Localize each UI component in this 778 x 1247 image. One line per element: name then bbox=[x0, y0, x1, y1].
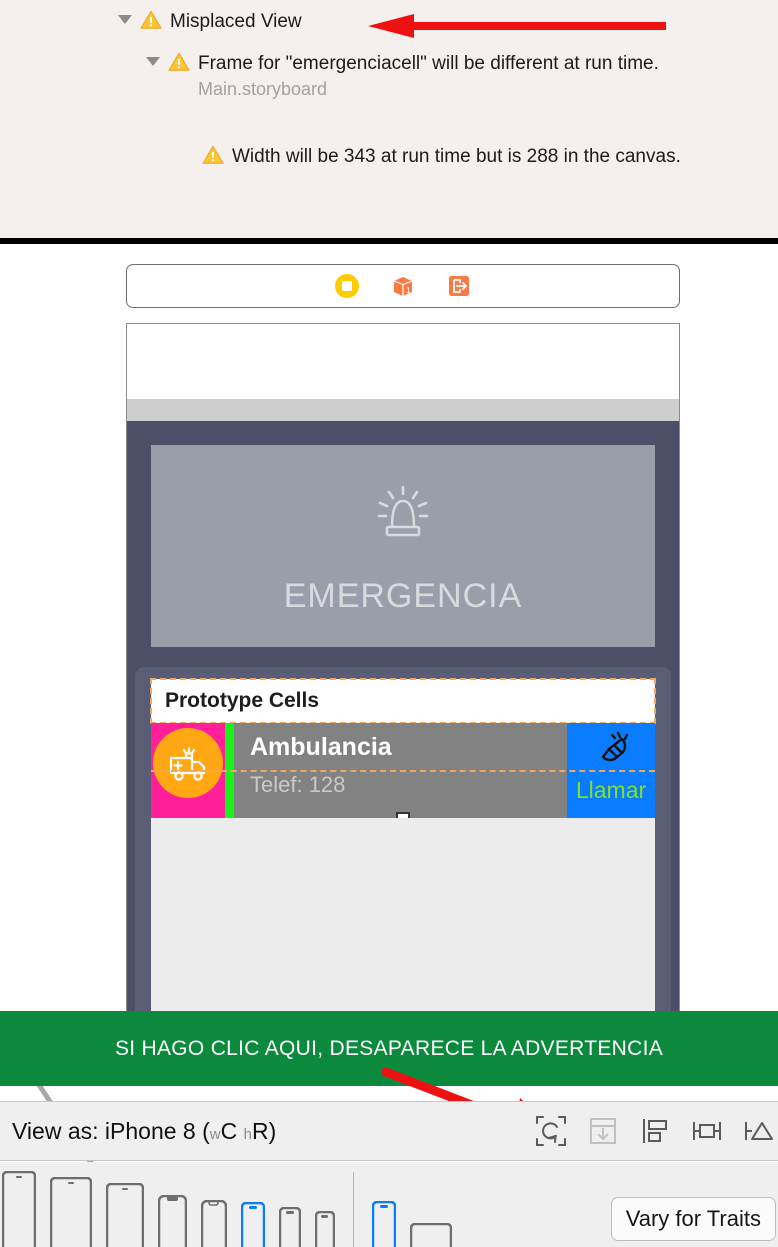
cell-subtitle: Telef: 128 bbox=[250, 772, 346, 797]
warning-triangle-icon bbox=[140, 10, 162, 29]
trait-width: C bbox=[220, 1117, 238, 1144]
cell-color-divider bbox=[225, 723, 234, 818]
trait-width-prefix: w bbox=[209, 1125, 221, 1143]
issue-child-row[interactable]: Frame for "emergenciacell" will be diffe… bbox=[146, 50, 746, 102]
strip-separator bbox=[353, 1172, 354, 1247]
update-frames-icon[interactable] bbox=[534, 1114, 568, 1148]
view-as-bar[interactable]: View as: iPhone 8 (wC hR) bbox=[0, 1101, 778, 1161]
device-iphone-8[interactable] bbox=[241, 1202, 265, 1247]
first-responder-icon[interactable]: 1 bbox=[390, 273, 416, 299]
status-bar bbox=[127, 324, 679, 399]
phone-ringing-icon bbox=[601, 731, 629, 762]
call-action-label: Llamar bbox=[575, 777, 647, 803]
issue-child-label: Frame for "emergenciacell" will be diffe… bbox=[198, 53, 659, 74]
nav-bar-strip bbox=[127, 399, 679, 421]
emergencia-label: EMERGENCIA bbox=[283, 576, 523, 615]
device-ipad[interactable] bbox=[106, 1183, 144, 1247]
siren-icon bbox=[377, 485, 429, 536]
call-action-button[interactable]: Llamar bbox=[567, 723, 655, 818]
scene-dock[interactable]: 1 bbox=[126, 264, 680, 308]
resolve-issues-icon[interactable] bbox=[742, 1114, 776, 1148]
warning-triangle-icon bbox=[168, 52, 190, 71]
issue-child-file: Main.storyboard bbox=[198, 79, 328, 99]
warning-triangle-icon bbox=[202, 145, 224, 164]
view-as-prefix: View as: bbox=[12, 1117, 99, 1144]
issue-navigator-panel: Misplaced View Frame for "emergenciacell… bbox=[0, 0, 778, 238]
device-orientation-list[interactable] bbox=[370, 1201, 452, 1247]
view-as-label[interactable]: View as: iPhone 8 (wC hR) bbox=[12, 1118, 276, 1145]
chevron-down-icon[interactable] bbox=[118, 15, 132, 24]
device-ipad-pro-12[interactable] bbox=[2, 1171, 36, 1247]
table-view[interactable]: Prototype Cells Ambulancia Telef: 128 Ll… bbox=[135, 667, 671, 1011]
issue-detail-label: Width will be 343 at run time but is 288… bbox=[232, 146, 681, 167]
annotation-banner-text: SI HAGO CLIC AQUI, DESAPARECE LA ADVERTE… bbox=[114, 1036, 664, 1060]
issue-detail-row[interactable]: Width will be 343 at run time but is 288… bbox=[202, 143, 762, 170]
emergencia-header-panel[interactable]: EMERGENCIA bbox=[151, 445, 655, 647]
table-empty-area bbox=[151, 818, 655, 1011]
view-controller-scene[interactable]: EMERGENCIA Prototype Cells Ambulancia Te… bbox=[126, 323, 680, 1011]
trait-height: R bbox=[251, 1117, 269, 1144]
embed-in-icon bbox=[590, 1118, 616, 1144]
device-iphone-landscape[interactable] bbox=[410, 1223, 452, 1247]
device-ipad-pro-11[interactable] bbox=[50, 1177, 92, 1247]
align-icon[interactable] bbox=[638, 1114, 672, 1148]
issue-root-row[interactable]: Misplaced View bbox=[118, 8, 302, 35]
view-controller-body[interactable]: EMERGENCIA Prototype Cells Ambulancia Te… bbox=[127, 421, 679, 1011]
device-iphone-portrait[interactable] bbox=[372, 1201, 396, 1247]
cell-title: Ambulancia bbox=[250, 733, 392, 761]
cell-image-container bbox=[151, 723, 225, 818]
device-iphone-x[interactable] bbox=[158, 1195, 187, 1247]
trait-height-prefix: h bbox=[243, 1125, 252, 1143]
ambulance-icon bbox=[169, 747, 206, 781]
auto-layout-toolbar[interactable] bbox=[534, 1114, 778, 1148]
device-iphone-4s[interactable] bbox=[315, 1211, 335, 1247]
issue-root-label: Misplaced View bbox=[170, 11, 302, 32]
device-iphone-se[interactable] bbox=[279, 1207, 301, 1247]
cell-content: Ambulancia Telef: 128 bbox=[234, 723, 567, 818]
exit-icon[interactable] bbox=[446, 273, 472, 299]
pin-constraints-icon[interactable] bbox=[690, 1114, 724, 1148]
device-selector-strip[interactable]: Vary for Traits bbox=[0, 1162, 778, 1247]
device-list[interactable] bbox=[0, 1171, 335, 1247]
table-row[interactable]: Ambulancia Telef: 128 Llamar bbox=[151, 723, 655, 826]
view-as-device[interactable]: iPhone 8 bbox=[105, 1118, 196, 1144]
red-left-arrow bbox=[368, 14, 666, 38]
chevron-down-icon[interactable] bbox=[146, 57, 160, 66]
view-controller-icon[interactable] bbox=[334, 273, 360, 299]
vary-for-traits-button[interactable]: Vary for Traits bbox=[610, 1197, 776, 1241]
svg-text:1: 1 bbox=[406, 286, 411, 295]
device-iphone-xr[interactable] bbox=[201, 1200, 227, 1247]
storyboard-canvas[interactable]: 1 EMERGENCIA Prototype Cells Ambulancia … bbox=[0, 244, 778, 1209]
xcode-storyboard-screenshot: Misplaced View Frame for "emergenciacell… bbox=[0, 0, 778, 1247]
prototype-cells-header: Prototype Cells bbox=[150, 678, 656, 724]
prototype-cells-label: Prototype Cells bbox=[165, 689, 320, 712]
